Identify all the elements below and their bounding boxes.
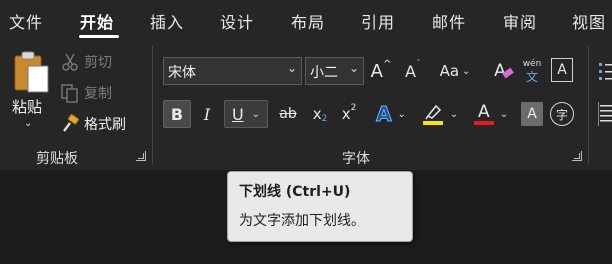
superscript-button[interactable]: x2	[338, 100, 360, 128]
chevron-down-icon: ⌄	[286, 61, 297, 75]
align-left-icon[interactable]	[598, 102, 612, 126]
copy-label: 复制	[84, 86, 112, 102]
copy-button[interactable]: 复制	[60, 82, 112, 104]
font-name-combobox[interactable]: 宋体 ⌄	[163, 57, 302, 85]
paste-dropdown-icon[interactable]: ⌄	[24, 118, 32, 129]
character-shading-icon: A	[527, 106, 537, 122]
tab-view[interactable]: 视图	[572, 9, 606, 33]
tab-home[interactable]: 开始	[80, 9, 114, 33]
bold-button[interactable]: B	[163, 100, 191, 128]
phonetic-guide-button[interactable]: wén 文	[520, 56, 544, 86]
clipboard-dialog-launcher-icon[interactable]	[136, 151, 146, 161]
highlighter-icon	[422, 102, 444, 126]
tab-insert[interactable]: 插入	[150, 9, 184, 33]
font-color-bar	[473, 121, 494, 125]
italic-button[interactable]: I	[196, 100, 218, 128]
copy-icon	[61, 84, 78, 103]
character-border-icon: A	[557, 62, 567, 78]
font-color-button[interactable]: A ⌄	[469, 100, 513, 128]
active-tab-indicator	[79, 35, 119, 38]
tooltip-title: 下划线 (Ctrl+U)	[239, 184, 351, 200]
font-size-value: 小二	[310, 65, 338, 81]
clear-formatting-button[interactable]: A	[486, 57, 514, 85]
tab-mailings[interactable]: 邮件	[432, 9, 466, 33]
bold-icon: B	[170, 104, 184, 124]
group-separator	[588, 46, 589, 164]
group-separator	[152, 46, 153, 164]
clipboard-group-label: 剪贴板	[36, 151, 78, 167]
character-border-button[interactable]: A	[551, 58, 573, 82]
change-case-icon: Aa	[439, 62, 460, 80]
highlight-color-bar	[422, 121, 443, 125]
font-name-value: 宋体	[168, 65, 196, 81]
tab-layout[interactable]: 布局	[291, 9, 325, 33]
tab-file[interactable]: 文件	[9, 9, 43, 33]
underline-button[interactable]: U ⌄	[224, 100, 268, 128]
ribbon-tab-bar: 文件 开始 插入 设计 布局 引用 邮件 审阅 视图	[0, 0, 612, 40]
paste-icon	[14, 51, 49, 93]
cut-label: 剪切	[84, 55, 112, 71]
clear-formatting-icon: A	[494, 61, 514, 81]
change-case-button[interactable]: Aa ⌄	[436, 57, 474, 85]
cut-button[interactable]: 剪切	[60, 51, 112, 73]
paste-label: 粘贴	[12, 98, 43, 116]
shrink-font-button[interactable]: Aˇ	[400, 57, 426, 85]
tab-references[interactable]: 引用	[361, 9, 395, 33]
font-color-icon: A	[473, 102, 494, 126]
italic-icon: I	[203, 104, 211, 124]
format-painter-icon	[63, 114, 79, 132]
shrink-font-icon: A	[405, 61, 416, 81]
superscript-digit: 2	[350, 103, 357, 113]
underline-tooltip: 下划线 (Ctrl+U) 为文字添加下划线。	[227, 171, 413, 242]
highlight-button[interactable]: ⌄	[418, 100, 462, 128]
font-group-label: 字体	[342, 151, 370, 167]
tab-design[interactable]: 设计	[220, 9, 254, 33]
enclosed-characters-button[interactable]: 字	[550, 102, 574, 126]
chevron-down-icon[interactable]: ⌄	[450, 109, 458, 120]
underline-icon: U	[231, 104, 244, 124]
tooltip-description: 为文字添加下划线。	[239, 213, 365, 229]
bullets-icon[interactable]	[598, 60, 612, 84]
subscript-icon: x	[312, 105, 322, 123]
chevron-down-icon[interactable]: ⌄	[500, 109, 508, 120]
font-dialog-launcher-icon[interactable]	[572, 151, 582, 161]
superscript-icon: x	[341, 105, 351, 123]
pinyin-top: wén	[522, 58, 542, 69]
font-size-combobox[interactable]: 小二 ⌄	[305, 57, 364, 85]
format-painter-button[interactable]: 格式刷	[60, 113, 126, 135]
pinyin-bottom: 文	[525, 69, 538, 84]
chevron-down-icon[interactable]: ⌄	[252, 109, 260, 120]
strikethrough-icon: ab	[279, 106, 297, 122]
grow-font-button[interactable]: A ^	[368, 57, 394, 85]
text-effects-button[interactable]: A ⌄	[371, 100, 411, 128]
text-effects-icon: A	[376, 102, 393, 127]
subscript-button[interactable]: x2	[309, 100, 331, 128]
chevron-down-icon[interactable]: ⌄	[398, 109, 406, 120]
subscript-digit: 2	[321, 114, 328, 124]
grow-font-icon: A	[370, 60, 383, 82]
character-shading-button[interactable]: A	[521, 102, 543, 126]
scissors-icon	[62, 53, 78, 71]
enclosed-characters-icon: 字	[555, 107, 568, 122]
chevron-down-icon: ⌄	[348, 61, 359, 75]
strikethrough-button[interactable]: ab	[276, 100, 300, 128]
tab-review[interactable]: 审阅	[503, 9, 537, 33]
format-painter-label: 格式刷	[84, 117, 126, 133]
